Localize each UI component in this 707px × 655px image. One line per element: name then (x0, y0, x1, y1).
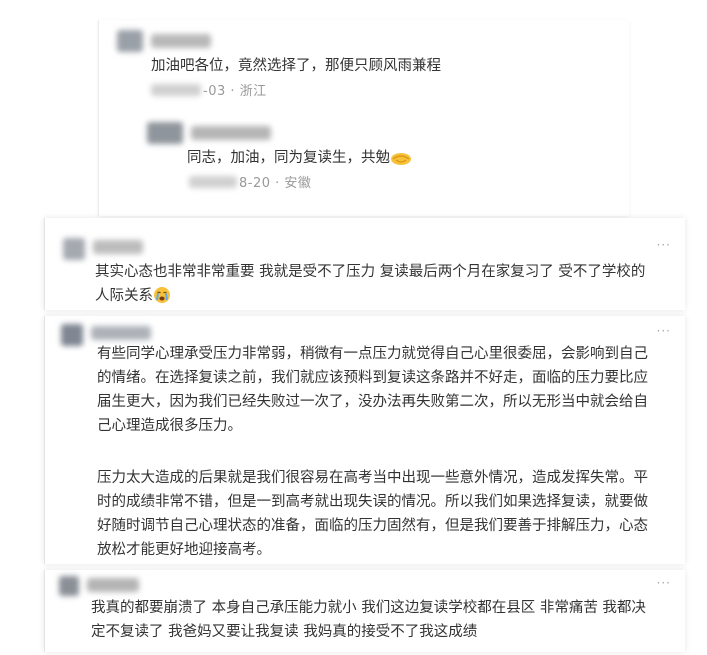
more-icon[interactable]: ··· (657, 576, 671, 590)
avatar-blurred[interactable] (61, 324, 83, 346)
reply-username-blurred[interactable] (191, 126, 271, 140)
crying-face-emoji (154, 287, 170, 303)
comment-text: 加油吧各位，竟然选择了，那便只顾风雨兼程 (151, 58, 441, 74)
date-blurred (151, 84, 201, 96)
reply-date: 8-20 (239, 176, 271, 191)
avatar-blurred[interactable] (63, 238, 85, 260)
meta-separator: · (230, 84, 240, 99)
comment-card-3: ··· 有些同学心理承受压力非常弱，稍微有一点压力就觉得自己心里很委屈，会影响到… (44, 316, 685, 564)
reply-region: 安徽 (284, 176, 312, 191)
reply-meta: 8-20 · 安徽 (239, 172, 311, 191)
comment-text: 我真的都要崩溃了 本身自己承压能力就小 我们这边复读学校都在县区 非常痛苦 我都… (91, 596, 676, 644)
reply-text-body: 同志，加油，同为复读生，共勉 (187, 150, 390, 166)
comment-text-line-2-wrap: 人际关系 (95, 284, 675, 308)
paragraph-1-line-1: 有些同学心理承受压力非常弱，稍微有一点压力就觉得自己心里很委屈，会影响到自己 (97, 346, 648, 362)
paragraph-1-line-2: 的情绪。在选择复读之前，我们就应该预料到复读这条路并不好走，面临的压力要比应 (97, 370, 648, 386)
more-icon[interactable]: ··· (657, 324, 671, 338)
comment-text-line-1: 我真的都要崩溃了 本身自己承压能力就小 我们这边复读学校都在县区 非常痛苦 我都… (91, 600, 646, 616)
username-blurred[interactable] (93, 240, 143, 254)
clasped-hands-emoji (391, 153, 411, 165)
comment-text-line-2: 人际关系 (95, 288, 153, 304)
comment-meta: -03 · 浙江 (203, 80, 267, 99)
paragraph-1-line-4: 己心理造成很多压力。 (97, 418, 242, 434)
username-blurred[interactable] (91, 326, 151, 340)
comment-text-line-2: 定不复读了 我爸妈又要让我复读 我妈真的接受不了我这成绩 (91, 624, 478, 640)
avatar-blurred[interactable] (117, 30, 143, 52)
comment-card-1: 加油吧各位，竟然选择了，那便只顾风雨兼程 -03 · 浙江 同志，加油，同为复读… (98, 20, 629, 216)
more-icon[interactable]: ··· (657, 238, 671, 252)
paragraph-2-line-1: 压力太大造成的后果就是我们很容易在高考当中出现一些意外情况，造成发挥失常。平 (97, 470, 648, 486)
paragraph-2-line-2: 时的成绩非常不错，但是一到高考就出现失误的情况。所以我们如果选择复读，就要做 (97, 494, 648, 510)
comment-card-4: ··· 我真的都要崩溃了 本身自己承压能力就小 我们这边复读学校都在县区 非常痛… (44, 570, 685, 652)
reply-text: 同志，加油，同为复读生，共勉 (187, 146, 412, 170)
reply-date-blurred (189, 176, 237, 188)
avatar-blurred[interactable] (59, 576, 79, 596)
paragraph-2-line-4: 放松才能更好地迎接高考。 (97, 542, 271, 558)
paragraph-1-line-3: 届生更大，因为我们已经失败过一次了，没办法再失败第二次，所以无形当中就会给自 (97, 394, 648, 410)
comment-paragraph-2: 压力太大造成的后果就是我们很容易在高考当中出现一些意外情况，造成发挥失常。平 时… (97, 466, 677, 562)
comment-text: 其实心态也非常非常重要 我就是受不了压力 复读最后两个月在家复习了 受不了学校的… (95, 260, 675, 308)
comment-card-2: ··· 其实心态也非常非常重要 我就是受不了压力 复读最后两个月在家复习了 受不… (44, 218, 685, 310)
username-blurred[interactable] (87, 578, 139, 592)
comment-text-line-1: 其实心态也非常非常重要 我就是受不了压力 复读最后两个月在家复习了 受不了学校的 (95, 264, 646, 280)
comment-region: 浙江 (239, 84, 267, 99)
paragraph-2-line-3: 好随时调节自己心理状态的准备，面临的压力固然有，但是我们要善于排解压力，心态 (97, 518, 648, 534)
comment-paragraph-1: 有些同学心理承受压力非常弱，稍微有一点压力就觉得自己心里很委屈，会影响到自己 的… (97, 342, 677, 438)
reply-avatar-blurred[interactable] (147, 122, 183, 144)
comment-date: -03 (203, 84, 226, 99)
username-blurred[interactable] (151, 34, 211, 48)
